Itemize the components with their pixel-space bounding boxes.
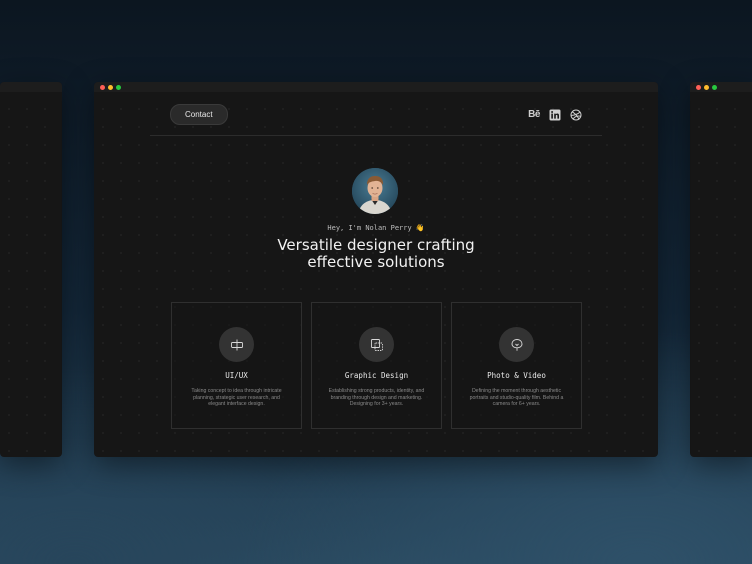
graphic-design-icon xyxy=(359,327,394,362)
ui-ux-icon xyxy=(219,327,254,362)
window-titlebar xyxy=(690,82,752,92)
greeting-text: Hey, I'm Nolan Perry 👋 xyxy=(327,224,425,232)
services-cards: UI/UX Taking concept to idea through int… xyxy=(171,302,582,429)
service-description: Defining the moment through aesthetic po… xyxy=(469,388,564,408)
behance-icon[interactable]: Bē xyxy=(528,109,540,121)
service-title: Photo & Video xyxy=(487,371,546,380)
background-window-right xyxy=(690,82,752,457)
close-dot[interactable] xyxy=(696,84,701,90)
maximize-dot[interactable] xyxy=(712,84,717,90)
dribbble-icon[interactable] xyxy=(570,109,582,121)
service-title: Graphic Design xyxy=(344,371,409,380)
background-window-left xyxy=(0,82,62,457)
service-card-photo-video[interactable]: Photo & Video Defining the moment throug… xyxy=(451,302,582,429)
top-nav: Contact Bē xyxy=(150,104,602,136)
main-browser-window: Contact Bē Hey, I'm Nolan Perry 👋 Versat… xyxy=(94,82,658,457)
service-card-graphic-design[interactable]: Graphic Design Establishing strong produ… xyxy=(311,302,442,429)
service-title: UI/UX xyxy=(225,371,248,380)
window-titlebar xyxy=(94,82,658,92)
service-card-ui-ux[interactable]: UI/UX Taking concept to idea through int… xyxy=(171,302,302,429)
service-description: Establishing strong products, identity, … xyxy=(328,388,425,408)
profile-avatar xyxy=(352,168,398,214)
photo-video-icon xyxy=(499,327,534,362)
linkedin-icon[interactable] xyxy=(549,109,561,121)
social-links: Bē xyxy=(528,109,582,121)
headline-line-1: Versatile designer crafting xyxy=(277,236,475,254)
minimize-dot[interactable] xyxy=(704,84,709,90)
window-titlebar xyxy=(0,82,62,92)
close-dot[interactable] xyxy=(100,84,105,90)
hero-headline: Versatile designer crafting effective so… xyxy=(94,237,658,271)
service-description: Taking concept to idea through intricate… xyxy=(191,388,282,408)
headline-line-2: effective solutions xyxy=(307,253,445,271)
maximize-dot[interactable] xyxy=(116,84,121,90)
minimize-dot[interactable] xyxy=(108,84,113,90)
contact-button[interactable]: Contact xyxy=(170,104,228,125)
